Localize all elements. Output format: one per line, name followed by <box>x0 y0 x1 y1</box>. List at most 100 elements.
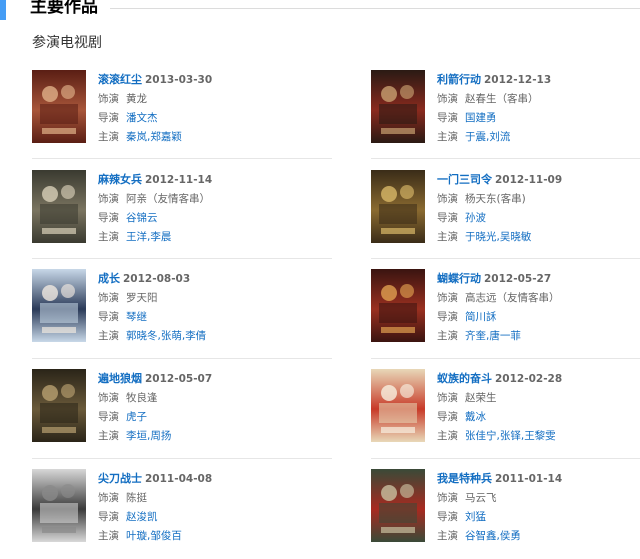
director-link[interactable]: 琴继 <box>126 311 147 323</box>
work-title-link[interactable]: 滚滚红尘 <box>98 73 142 86</box>
work-card: 麻辣女兵 2012-11-14 饰演 阿亲（友情客串） 导演 谷锦云 主演 王洋,李晨 <box>32 170 332 260</box>
work-title-line: 遍地狼烟 2012-05-07 <box>98 369 328 389</box>
work-date: 2012-08-03 <box>123 273 191 285</box>
director-label: 导演 <box>98 411 119 423</box>
cast-label: 主演 <box>98 530 119 542</box>
cast-member-link[interactable]: 张萌 <box>161 330 182 342</box>
work-title-link[interactable]: 麻辣女兵 <box>98 173 142 186</box>
poster-image[interactable] <box>371 70 425 143</box>
cast-member-link[interactable]: 秦岚 <box>126 131 147 143</box>
work-title-line: 一门三司令 2012-11-09 <box>437 170 640 190</box>
director-row: 导演 谷锦云 <box>98 209 328 228</box>
work-title-link[interactable]: 遍地狼烟 <box>98 372 142 385</box>
director-link[interactable]: 简川訸 <box>465 311 497 323</box>
poster-image[interactable] <box>371 369 425 442</box>
work-card: 尖刀战士 2011-04-08 饰演 陈挺 导演 赵浚凯 主演 叶璇,邹俊百 <box>32 469 332 559</box>
cast-member-link[interactable]: 齐奎 <box>465 330 486 342</box>
role-label: 饰演 <box>437 93 458 105</box>
poster-image[interactable] <box>32 70 86 143</box>
role-row: 饰演 杨天东(客串) <box>437 190 640 209</box>
role-row: 饰演 马云飞 <box>437 489 640 508</box>
poster-image[interactable] <box>371 269 425 342</box>
director-link[interactable]: 国建勇 <box>465 112 497 124</box>
poster-image[interactable] <box>371 469 425 542</box>
cast-member-link[interactable]: 吴晓敏 <box>500 231 532 243</box>
cast-member-link[interactable]: 李倩 <box>185 330 206 342</box>
cast-member-link[interactable]: 于震 <box>465 131 486 143</box>
cast-row: 主演 秦岚,郑嘉颖 <box>98 128 328 147</box>
work-title-link[interactable]: 我是特种兵 <box>437 472 492 485</box>
director-link[interactable]: 潘文杰 <box>126 112 158 124</box>
cast-member-link[interactable]: 王黎雯 <box>524 430 556 442</box>
cast-member-link[interactable]: 张佳宁 <box>465 430 497 442</box>
role-value: 杨天东(客串) <box>465 193 526 205</box>
cast-member-link[interactable]: 郑嘉颖 <box>150 131 182 143</box>
poster-image[interactable] <box>32 269 86 342</box>
role-value: 高志远（友情客串） <box>465 292 560 304</box>
role-label: 饰演 <box>98 193 119 205</box>
cast-label: 主演 <box>437 430 458 442</box>
cast-member-link[interactable]: 张铎 <box>500 430 521 442</box>
cast-member-link[interactable]: 于晓光 <box>465 231 497 243</box>
cast-label: 主演 <box>98 430 119 442</box>
work-date: 2012-11-09 <box>495 174 563 186</box>
cast-member-link[interactable]: 邹俊百 <box>150 530 182 542</box>
role-row: 饰演 黄龙 <box>98 90 328 109</box>
cast-member-link[interactable]: 李晨 <box>150 231 171 243</box>
cast-row: 主演 于震,刘流 <box>437 128 640 147</box>
work-title-link[interactable]: 尖刀战士 <box>98 472 142 485</box>
cast-label: 主演 <box>98 131 119 143</box>
director-label: 导演 <box>98 212 119 224</box>
work-date: 2012-12-13 <box>484 74 552 86</box>
poster-image[interactable] <box>32 469 86 542</box>
poster-image[interactable] <box>32 369 86 442</box>
work-date: 2011-04-08 <box>145 473 213 485</box>
work-title-link[interactable]: 蝴蝶行动 <box>437 272 481 285</box>
cast-member-link[interactable]: 周扬 <box>150 430 171 442</box>
director-link[interactable]: 谷锦云 <box>126 212 158 224</box>
role-label: 饰演 <box>437 292 458 304</box>
role-row: 饰演 赵荣生 <box>437 389 640 408</box>
work-date: 2012-05-27 <box>484 273 552 285</box>
director-link[interactable]: 赵浚凯 <box>126 511 158 523</box>
cast-member-link[interactable]: 王洋 <box>126 231 147 243</box>
cast-label: 主演 <box>437 231 458 243</box>
cast-label: 主演 <box>437 131 458 143</box>
cast-row: 主演 谷智鑫,侯勇 <box>437 527 640 546</box>
cast-member-link[interactable]: 谷智鑫 <box>465 530 497 542</box>
cast-member-link[interactable]: 叶璇 <box>126 530 147 542</box>
cast-member-link[interactable]: 刘流 <box>489 131 510 143</box>
role-row: 饰演 阿亲（友情客串） <box>98 190 328 209</box>
work-info: 遍地狼烟 2012-05-07 饰演 牧良逢 导演 虎子 主演 李垣,周扬 <box>98 369 328 446</box>
director-link[interactable]: 戴冰 <box>465 411 486 423</box>
work-title-link[interactable]: 一门三司令 <box>437 173 492 186</box>
cast-row: 主演 于晓光,吴晓敏 <box>437 228 640 247</box>
cast-row: 主演 王洋,李晨 <box>98 228 328 247</box>
cast-member-link[interactable]: 侯勇 <box>500 530 521 542</box>
work-card: 蚁族的奋斗 2012-02-28 饰演 赵荣生 导演 戴冰 主演 张佳宁,张铎,王黎雯 <box>371 369 640 459</box>
poster-image[interactable] <box>371 170 425 243</box>
director-link[interactable]: 刘猛 <box>465 511 486 523</box>
work-date: 2012-02-28 <box>495 373 563 385</box>
work-title-line: 成长 2012-08-03 <box>98 269 328 289</box>
cast-member-link[interactable]: 郭晓冬 <box>126 330 158 342</box>
director-label: 导演 <box>98 511 119 523</box>
work-title-link[interactable]: 利箭行动 <box>437 73 481 86</box>
poster-image[interactable] <box>32 170 86 243</box>
section-divider <box>110 8 640 9</box>
cast-label: 主演 <box>437 530 458 542</box>
work-date: 2011-01-14 <box>495 473 563 485</box>
work-title-link[interactable]: 成长 <box>98 272 120 285</box>
work-info: 利箭行动 2012-12-13 饰演 赵春生（客串） 导演 国建勇 主演 于震,刘流 <box>437 70 640 147</box>
cast-row: 主演 郭晓冬,张萌,李倩 <box>98 327 328 346</box>
director-link[interactable]: 虎子 <box>126 411 147 423</box>
work-title-link[interactable]: 蚁族的奋斗 <box>437 372 492 385</box>
subsection-title: 参演电视剧 <box>32 35 102 51</box>
director-link[interactable]: 孙波 <box>465 212 486 224</box>
cast-member-link[interactable]: 唐一菲 <box>489 330 521 342</box>
cast-member-link[interactable]: 李垣 <box>126 430 147 442</box>
work-info: 一门三司令 2012-11-09 饰演 杨天东(客串) 导演 孙波 主演 于晓光,吴晓敏 <box>437 170 640 247</box>
director-row: 导演 虎子 <box>98 408 328 427</box>
role-label: 饰演 <box>98 292 119 304</box>
work-title-line: 尖刀战士 2011-04-08 <box>98 469 328 489</box>
